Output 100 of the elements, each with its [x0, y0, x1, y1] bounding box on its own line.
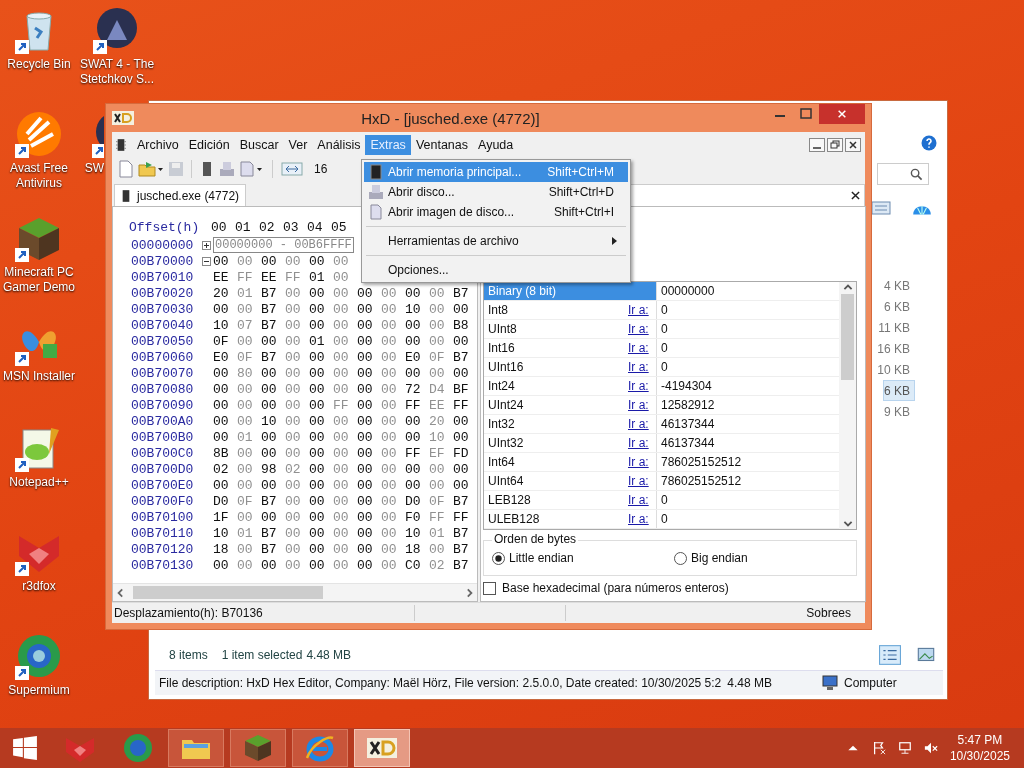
hex-byte[interactable]: 00 [261, 365, 285, 381]
hex-byte[interactable]: 00 [309, 413, 333, 429]
hex-byte[interactable]: 00 [357, 477, 381, 493]
hex-byte[interactable]: 00 [309, 461, 333, 477]
hex-byte[interactable]: 00 [213, 397, 237, 413]
hex-byte[interactable]: 00 [309, 285, 333, 301]
hex-byte[interactable]: 00 [309, 429, 333, 445]
hex-byte[interactable]: 00 [213, 365, 237, 381]
bytes-per-row-field[interactable]: 16 [314, 162, 354, 176]
hex-byte[interactable]: 00 [213, 253, 237, 269]
hex-byte[interactable]: 00 [357, 541, 381, 557]
hex-byte[interactable]: 10 [405, 525, 429, 541]
hex-byte[interactable]: B7 [453, 525, 477, 541]
checkbox-option[interactable]: Base hexadecimal (para números enteros) [483, 581, 857, 595]
app-icon[interactable] [112, 110, 134, 126]
hex-byte[interactable]: 00 [357, 429, 381, 445]
hex-byte[interactable]: 10 [213, 317, 237, 333]
hex-byte[interactable]: 00 [261, 429, 285, 445]
hex-byte[interactable]: B7 [453, 285, 477, 301]
hex-byte[interactable]: 00 [309, 253, 333, 269]
grass-block-taskbar-button[interactable] [230, 729, 286, 767]
hex-byte[interactable]: 0F [213, 333, 237, 349]
hex-byte[interactable]: 00 [261, 477, 285, 493]
row-width-icon[interactable] [280, 160, 306, 178]
hex-byte[interactable]: 00 [213, 301, 237, 317]
menu-item[interactable]: Ayuda [473, 135, 519, 155]
inspector-row[interactable]: LEB128 Ir a: 0 [484, 491, 839, 510]
hex-byte[interactable]: 00 [309, 381, 333, 397]
hex-byte[interactable]: 72 [405, 381, 429, 397]
hex-byte[interactable]: 00 [357, 461, 381, 477]
hex-byte[interactable]: 00 [357, 557, 381, 573]
hex-byte[interactable]: 00 [357, 365, 381, 381]
hex-byte[interactable]: 00 [453, 461, 477, 477]
hex-byte[interactable]: 18 [213, 541, 237, 557]
hex-byte[interactable]: 18 [405, 541, 429, 557]
radio-option[interactable]: Little endian [492, 551, 674, 565]
inspector-row[interactable]: UInt32 Ir a: 46137344 [484, 434, 839, 453]
open-folder-icon[interactable] [138, 160, 164, 178]
file-size[interactable]: 11 KB [877, 317, 915, 338]
hex-byte[interactable]: 00 [405, 333, 429, 349]
inspector-row[interactable]: Int32 Ir a: 46137344 [484, 415, 839, 434]
hex-byte[interactable]: 00 [309, 557, 333, 573]
hex-byte[interactable]: 00 [309, 365, 333, 381]
inspector-row[interactable]: UInt64 Ir a: 786025152512 [484, 472, 839, 491]
hex-byte[interactable]: 00 [309, 317, 333, 333]
hex-byte[interactable]: 00 [453, 333, 477, 349]
document-tab[interactable]: jusched.exe (4772) [114, 184, 247, 206]
file-size[interactable]: 16 KB [876, 338, 915, 359]
menu-item[interactable]: Abrir imagen de disco... Shift+Ctrl+I [364, 202, 628, 222]
hex-byte[interactable]: 00 [357, 397, 381, 413]
inspector-row[interactable]: UInt24 Ir a: 12582912 [484, 396, 839, 415]
hex-byte[interactable]: 00 [357, 333, 381, 349]
hex-byte[interactable]: 02 [213, 461, 237, 477]
hex-byte[interactable]: 00 [213, 557, 237, 573]
folder-taskbar-button[interactable] [168, 729, 224, 767]
file-size[interactable]: 6 KB [883, 296, 915, 317]
hex-byte[interactable]: 00 [357, 301, 381, 317]
file-size[interactable]: 10 KB [876, 359, 915, 380]
hex-byte[interactable]: 00 [309, 509, 333, 525]
menu-item[interactable]: Abrir disco... Shift+Ctrl+D [364, 182, 628, 202]
hex-byte[interactable]: 00 [261, 509, 285, 525]
hex-byte[interactable]: 00 [213, 381, 237, 397]
hex-byte[interactable]: C0 [405, 557, 429, 573]
clock[interactable]: 5:47 PM 10/30/2025 [949, 732, 1010, 764]
flag-icon[interactable] [871, 741, 886, 755]
hex-byte[interactable]: 98 [261, 461, 285, 477]
hex-byte[interactable]: B8 [453, 317, 477, 333]
hex-byte[interactable]: FF [453, 397, 477, 413]
hex-byte[interactable]: 00 [309, 541, 333, 557]
hex-byte[interactable]: 00 [357, 509, 381, 525]
menu-item[interactable]: Ver [283, 135, 313, 155]
hex-byte[interactable]: E0 [405, 349, 429, 365]
hex-byte[interactable]: 00 [453, 365, 477, 381]
help-icon[interactable] [921, 135, 937, 151]
hex-byte[interactable]: B7 [261, 525, 285, 541]
hex-byte[interactable]: 00 [309, 349, 333, 365]
hex-byte[interactable]: 00 [213, 429, 237, 445]
hex-byte[interactable]: 00 [405, 365, 429, 381]
radio-icon[interactable] [674, 551, 687, 565]
close-icon[interactable] [845, 138, 861, 152]
network-icon[interactable] [897, 741, 912, 755]
hex-byte[interactable]: BF [453, 381, 477, 397]
close-button[interactable] [819, 104, 865, 124]
inspector-row[interactable]: ULEB128 Ir a: 0 [484, 510, 839, 529]
hex-byte[interactable]: 00 [405, 461, 429, 477]
hex-byte[interactable]: 00 [261, 557, 285, 573]
hex-byte[interactable]: 00 [357, 285, 381, 301]
hex-byte[interactable]: B7 [453, 557, 477, 573]
hex-byte[interactable]: FF [453, 509, 477, 525]
search-field[interactable] [877, 163, 929, 185]
hex-byte[interactable]: 00 [309, 477, 333, 493]
inspector-row[interactable]: Binary (8 bit) 00000000 [484, 282, 839, 301]
radio-icon[interactable] [492, 551, 505, 565]
antivirus-icon[interactable] [15, 110, 63, 158]
disk-image-icon[interactable] [239, 160, 265, 178]
menu-item[interactable]: Opciones... [364, 260, 628, 280]
chip-icon[interactable] [116, 138, 126, 152]
expand-icon[interactable] [202, 240, 211, 250]
menu-item[interactable]: Buscar [234, 135, 284, 155]
hex-byte[interactable]: FF [405, 445, 429, 461]
